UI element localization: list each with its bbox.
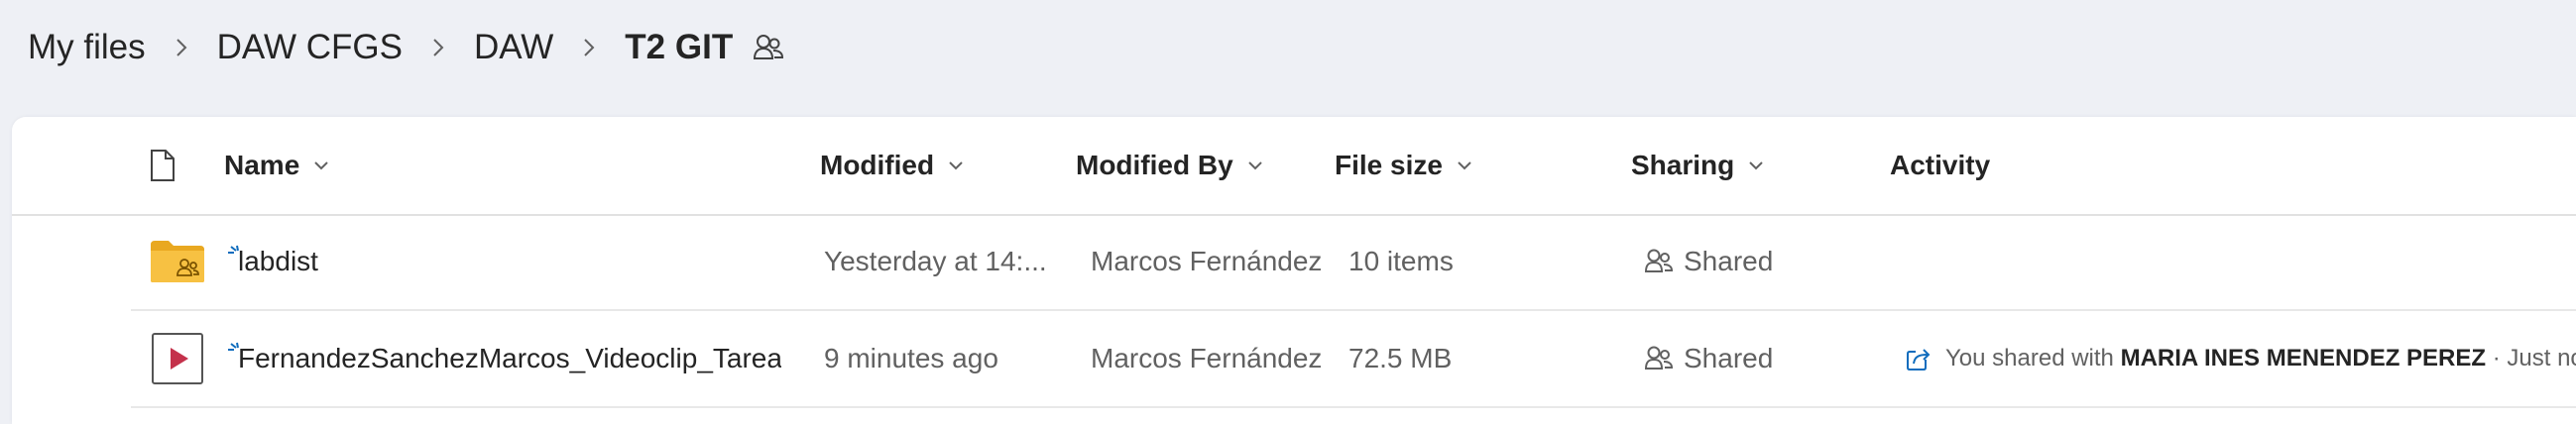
file-type-header-icon[interactable]	[149, 117, 176, 214]
column-header-sharing-label: Sharing	[1631, 150, 1735, 180]
modified-cell: 9 minutes ago	[824, 343, 998, 373]
activity-prefix: You shared with	[1945, 345, 2114, 371]
sharing-cell[interactable]: Shared	[1644, 214, 1882, 309]
chevron-right-icon	[579, 37, 599, 58]
share-activity-icon	[1906, 346, 1932, 371]
modified-by-cell[interactable]: Marcos Fernández S	[1091, 214, 1325, 309]
column-header-modified-label: Modified	[820, 150, 935, 180]
chevron-down-icon	[1748, 160, 1764, 170]
column-header-activity-label: Activity	[1890, 150, 1991, 180]
column-header-modified[interactable]: Modified	[820, 117, 964, 214]
new-item-sparkle-icon	[226, 236, 244, 267]
file-name-cell[interactable]: FernandezSanchezMarcos_Videoclip_Tarea..…	[226, 311, 781, 406]
sharing-cell[interactable]: Shared	[1644, 311, 1882, 406]
chevron-down-icon	[1457, 160, 1472, 170]
modified-by-cell[interactable]: Marcos Fernández S	[1091, 311, 1325, 406]
file-name-cell[interactable]: labdist	[226, 214, 781, 309]
onedrive-files-view: My files DAW CFGS DAW T2 GIT Name Modifi…	[0, 0, 2576, 424]
file-name[interactable]: labdist	[238, 246, 318, 277]
column-header-file-size[interactable]: File size	[1335, 117, 1472, 214]
column-header-activity: Activity	[1890, 117, 1990, 214]
file-size-cell: 72.5 MB	[1348, 343, 1453, 373]
file-list-header: Name Modified Modified By File size Shar…	[12, 117, 2576, 216]
shared-folder-icon	[149, 214, 208, 309]
table-row[interactable]: labdist Yesterday at 14:... Marcos Ferná…	[131, 214, 2576, 311]
activity-cell: You shared with MARIA INES MENENDEZ PERE…	[1906, 311, 2576, 406]
breadcrumb: My files DAW CFGS DAW T2 GIT	[28, 22, 784, 73]
breadcrumb-current-folder: T2 GIT	[625, 28, 734, 66]
sharing-status: Shared	[1684, 246, 1774, 276]
chevron-down-icon	[1247, 160, 1263, 170]
column-header-modified-by[interactable]: Modified By	[1076, 117, 1263, 214]
shared-people-icon	[1644, 345, 1674, 372]
new-item-sparkle-icon	[226, 333, 244, 365]
chevron-down-icon	[313, 160, 329, 170]
column-header-name[interactable]: Name	[224, 117, 329, 214]
chevron-right-icon	[172, 37, 191, 58]
shared-people-icon	[1644, 248, 1674, 275]
column-header-modified-by-label: Modified By	[1076, 150, 1233, 180]
activity-person[interactable]: MARIA INES MENENDEZ PEREZ	[2121, 345, 2486, 372]
video-file-icon	[151, 311, 210, 406]
breadcrumb-daw[interactable]: DAW	[474, 28, 553, 67]
activity-time: · Just now	[2492, 345, 2576, 371]
chevron-right-icon	[428, 37, 448, 58]
column-header-file-size-label: File size	[1335, 150, 1443, 180]
breadcrumb-my-files[interactable]: My files	[28, 28, 146, 67]
column-header-sharing[interactable]: Sharing	[1631, 117, 1764, 214]
activity-cell	[1906, 214, 2576, 309]
shared-people-icon	[753, 33, 784, 62]
chevron-down-icon	[948, 160, 964, 170]
sharing-status: Shared	[1684, 343, 1774, 373]
modified-cell: Yesterday at 14:...	[824, 246, 1047, 276]
breadcrumb-daw-cfgs[interactable]: DAW CFGS	[217, 28, 403, 67]
column-header-name-label: Name	[224, 150, 300, 180]
file-size-cell: 10 items	[1348, 246, 1454, 276]
table-row[interactable]: FernandezSanchezMarcos_Videoclip_Tarea..…	[131, 311, 2576, 408]
file-list-panel: Name Modified Modified By File size Shar…	[12, 117, 2576, 424]
file-name[interactable]: FernandezSanchezMarcos_Videoclip_Tarea..…	[238, 343, 781, 374]
